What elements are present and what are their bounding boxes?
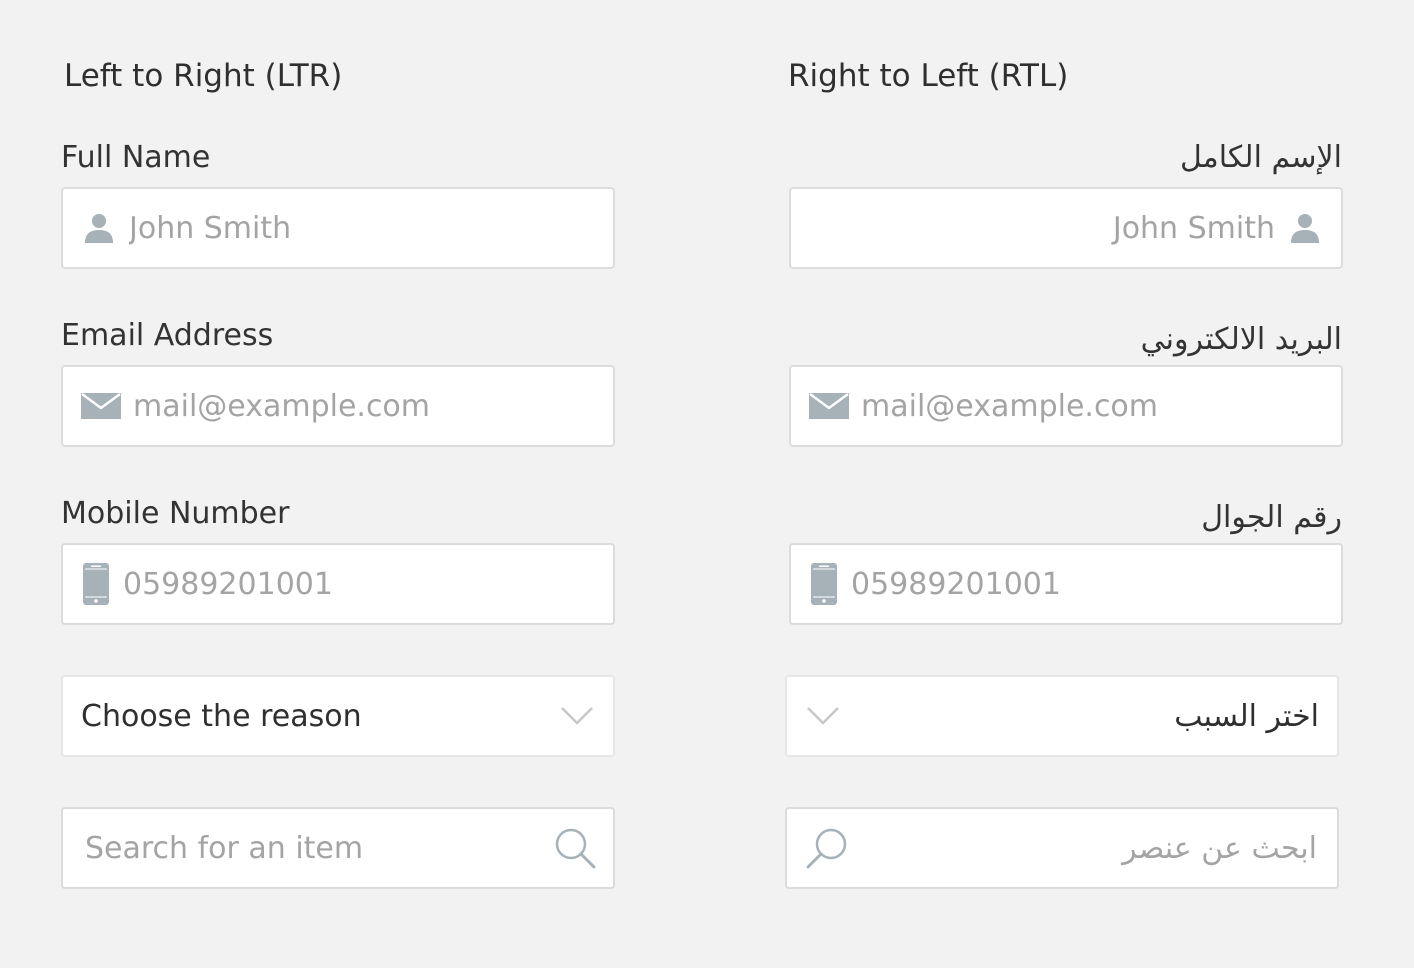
rtl-mobile-input[interactable] [839,566,1323,602]
mobile-phone-icon [81,563,111,605]
rtl-reason-select-value: اختر السبب [1174,698,1319,734]
chevron-down-icon [805,701,841,731]
chevron-down-icon [559,701,595,731]
rtl-full-name-input[interactable] [809,210,1287,246]
rtl-email-label: البريد الالكتروني [1140,322,1342,357]
mobile-input[interactable] [111,566,595,602]
envelope-icon [81,386,121,426]
rtl-mobile-field[interactable] [789,543,1343,625]
mobile-phone-icon [809,563,839,605]
email-label: Email Address [61,318,274,353]
email-input[interactable] [121,388,595,424]
rtl-email-field[interactable] [789,365,1343,447]
search-field[interactable] [61,807,615,889]
email-field[interactable] [61,365,615,447]
user-icon [81,208,117,248]
search-icon[interactable] [553,826,597,870]
rtl-email-input[interactable] [849,388,1323,424]
rtl-search-field[interactable] [785,807,1339,889]
full-name-label: Full Name [61,140,211,175]
mobile-field[interactable] [61,543,615,625]
rtl-full-name-field[interactable] [789,187,1343,269]
full-name-field[interactable] [61,187,615,269]
reason-select[interactable]: Choose the reason [61,675,615,757]
rtl-full-name-label: الإسم الكامل [1179,140,1342,175]
ltr-section-title: Left to Right (LTR) [64,58,343,94]
envelope-icon [809,386,849,426]
rtl-mobile-label: رقم الجوال [1201,500,1342,535]
user-icon [1287,208,1323,248]
rtl-section-title: Right to Left (RTL) [788,58,1069,94]
full-name-input[interactable] [117,210,595,246]
mobile-label: Mobile Number [61,496,290,531]
search-icon[interactable] [805,826,849,870]
rtl-search-input[interactable] [849,830,1321,866]
search-input[interactable] [81,830,553,866]
rtl-reason-select[interactable]: اختر السبب [785,675,1339,757]
reason-select-value: Choose the reason [81,698,362,734]
